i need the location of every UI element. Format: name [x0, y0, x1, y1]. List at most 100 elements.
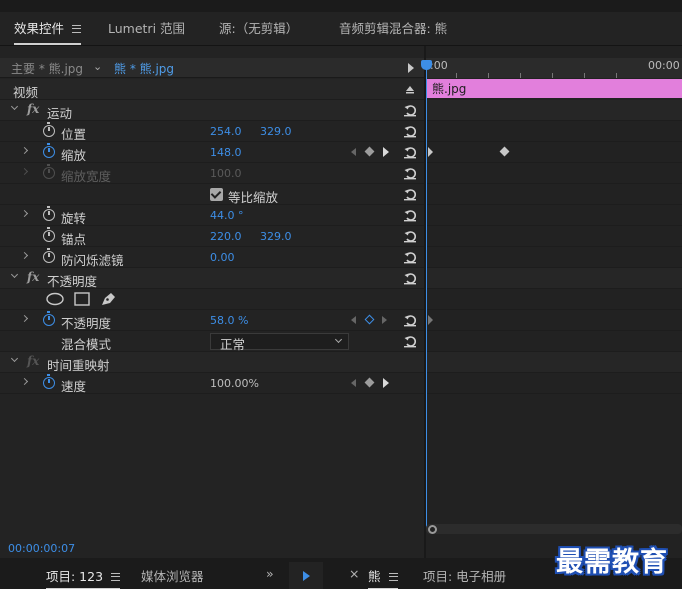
time-remap-effect-row[interactable]: fx 时间重映射: [0, 352, 424, 373]
menu-icon[interactable]: [111, 572, 121, 581]
blend-mode-value: 正常: [220, 337, 246, 352]
rotation-label: 旋转: [61, 211, 87, 226]
tab-effect-controls[interactable]: 效果控件: [14, 19, 82, 45]
tab-timeline-bear[interactable]: 熊: [368, 566, 398, 589]
tab-project-123[interactable]: 项目: 123: [46, 566, 121, 589]
video-label: 视频: [13, 85, 39, 100]
reset-icon[interactable]: [403, 271, 417, 285]
motion-effect-row[interactable]: fx 运动: [0, 100, 424, 121]
prev-keyframe-icon[interactable]: [351, 148, 356, 156]
next-keyframe-icon[interactable]: [383, 378, 389, 388]
master-clip-label[interactable]: 主要 * 熊.jpg: [11, 60, 83, 77]
reset-icon[interactable]: [403, 103, 417, 117]
scroll-up-icon[interactable]: [403, 82, 417, 96]
stopwatch-icon[interactable]: [43, 122, 55, 137]
chevron-right-icon[interactable]: [20, 146, 29, 155]
blend-mode-select[interactable]: 正常: [210, 333, 349, 352]
stopwatch-icon[interactable]: [43, 206, 55, 221]
prev-keyframe-icon[interactable]: [351, 316, 356, 324]
opacity-effect-row[interactable]: fx 不透明度: [0, 268, 424, 289]
stopwatch-icon[interactable]: [43, 248, 55, 263]
zoom-handle[interactable]: [428, 525, 437, 534]
anchor-y-value[interactable]: 329.0: [260, 230, 292, 243]
timeline-row-opacity: [426, 310, 682, 331]
chevron-down-icon[interactable]: [10, 102, 19, 111]
chevron-right-icon[interactable]: [20, 209, 29, 218]
prev-keyframe-icon[interactable]: [351, 379, 356, 387]
tab-source[interactable]: 源:（无剪辑）: [219, 19, 298, 41]
clip-bar[interactable]: 熊.jpg: [426, 79, 682, 98]
tab-audio-clip-mixer[interactable]: 音频剪辑混合器: 熊: [339, 19, 447, 41]
close-icon[interactable]: ×: [349, 566, 359, 581]
next-keyframe-icon[interactable]: [383, 147, 389, 157]
chevron-down-icon[interactable]: [10, 354, 19, 363]
chevron-right-icon[interactable]: [20, 314, 29, 323]
reset-icon[interactable]: [403, 124, 417, 138]
stopwatch-icon[interactable]: [43, 143, 55, 158]
menu-icon[interactable]: [388, 572, 398, 581]
rect-mask-icon[interactable]: [74, 292, 90, 309]
reset-icon[interactable]: [403, 208, 417, 222]
reset-icon[interactable]: [403, 229, 417, 243]
position-y-value[interactable]: 329.0: [260, 125, 292, 138]
add-keyframe-icon[interactable]: [364, 377, 375, 388]
stopwatch-icon[interactable]: [43, 374, 55, 389]
reset-icon[interactable]: [403, 334, 417, 348]
chevron-down-icon[interactable]: [10, 270, 19, 279]
chevron-down-icon[interactable]: ⌄: [93, 60, 102, 73]
reset-icon[interactable]: [403, 250, 417, 264]
playhead-handle[interactable]: [421, 60, 432, 70]
pen-mask-icon[interactable]: [100, 291, 117, 310]
ruler-tick: [488, 73, 489, 78]
tab-media-browser[interactable]: 媒体浏览器: [141, 566, 204, 585]
position-x-value[interactable]: 254.0: [210, 125, 242, 138]
playhead-line[interactable]: [426, 60, 427, 530]
uniform-scale-checkbox[interactable]: [210, 188, 223, 201]
rotation-value[interactable]: 44.0 °: [210, 209, 244, 222]
chevron-right-icon[interactable]: [20, 377, 29, 386]
next-keyframe-icon[interactable]: [382, 316, 387, 324]
add-keyframe-icon[interactable]: [364, 146, 375, 157]
chevron-right-icon[interactable]: [20, 251, 29, 260]
stopwatch-icon[interactable]: [43, 227, 55, 242]
sequence-clip-label[interactable]: 熊 * 熊.jpg: [114, 60, 174, 77]
current-timecode[interactable]: 00:00:00:07: [8, 542, 75, 555]
timeline-row: [426, 352, 682, 373]
time-ruler[interactable]: :00 00:00: [426, 58, 682, 78]
speed-value[interactable]: 100.00%: [210, 377, 259, 390]
tab-project-album[interactable]: 项目: 电子相册: [423, 566, 506, 585]
reset-icon[interactable]: [403, 145, 417, 159]
time-remap-label: 时间重映射: [47, 358, 110, 373]
overflow-icon[interactable]: »: [266, 566, 274, 581]
timeline-row: [426, 184, 682, 205]
panel-tab-bar: 效果控件 Lumetri 范围 源:（无剪辑） 音频剪辑混合器: 熊: [0, 12, 682, 46]
keyframe-timeline[interactable]: :00 00:00 熊.jpg: [421, 46, 682, 558]
scale-value[interactable]: 148.0: [210, 146, 242, 159]
anchor-row: 锚点 220.0 329.0: [0, 226, 424, 247]
scale-row: 缩放 148.0: [0, 142, 424, 163]
fx-icon[interactable]: fx: [27, 270, 39, 284]
keyframe-icon[interactable]: [428, 315, 433, 325]
tab-lumetri-scopes[interactable]: Lumetri 范围: [108, 19, 185, 41]
play-icon[interactable]: [289, 562, 323, 589]
keyframe-icon[interactable]: [428, 147, 433, 157]
stopwatch-icon[interactable]: [43, 311, 55, 326]
ellipse-mask-icon[interactable]: [46, 292, 64, 309]
play-icon[interactable]: [408, 63, 414, 73]
menu-icon[interactable]: [72, 24, 82, 33]
fx-icon[interactable]: fx: [27, 102, 39, 116]
opacity-effect-label: 不透明度: [47, 274, 98, 289]
timeline-row: [426, 205, 682, 226]
ruler-tick: [552, 73, 553, 78]
add-keyframe-icon[interactable]: [364, 314, 375, 325]
timeline-scrollbar[interactable]: [426, 524, 682, 534]
reset-icon[interactable]: [403, 166, 417, 180]
scale-width-label: 缩放宽度: [61, 169, 112, 184]
keyframe-icon[interactable]: [499, 146, 510, 157]
clip-bar-label: 熊.jpg: [432, 82, 467, 96]
opacity-value[interactable]: 58.0 %: [210, 314, 248, 327]
reset-icon[interactable]: [403, 313, 417, 327]
antiflicker-value[interactable]: 0.00: [210, 251, 235, 264]
anchor-x-value[interactable]: 220.0: [210, 230, 242, 243]
reset-icon[interactable]: [403, 187, 417, 201]
